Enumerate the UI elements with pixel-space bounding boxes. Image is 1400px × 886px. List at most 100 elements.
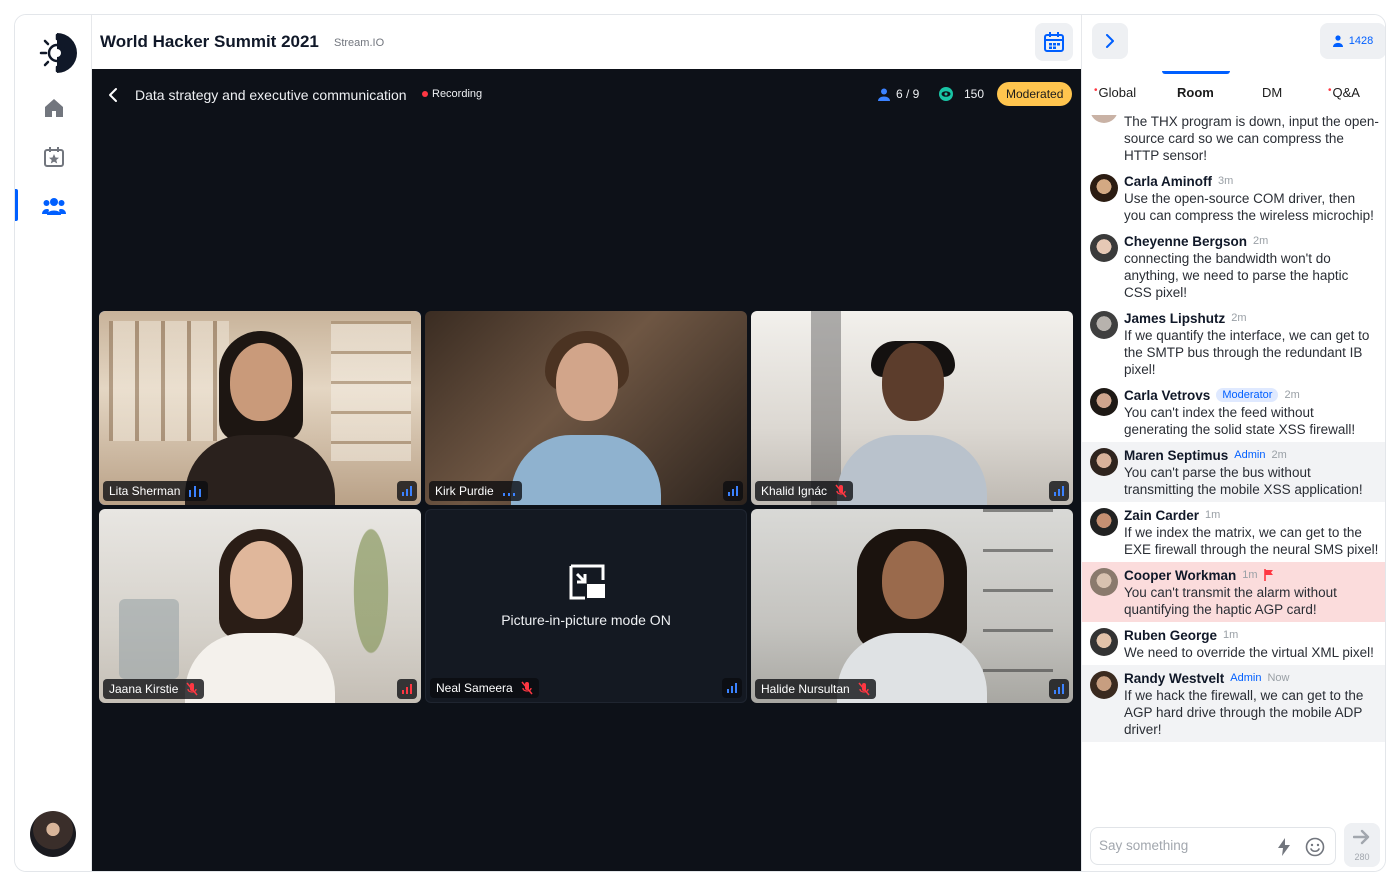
message-author[interactable]: Maren Septimus bbox=[1124, 448, 1228, 463]
message-author[interactable]: Randy Westvelt bbox=[1124, 671, 1224, 686]
chevron-left-icon[interactable] bbox=[106, 87, 122, 103]
video-tile[interactable]: Halide Nursultan bbox=[751, 509, 1073, 703]
video-feed bbox=[751, 311, 1073, 505]
message-time: 1m bbox=[1223, 629, 1239, 641]
participant-name-tag: Kirk Purdie bbox=[429, 481, 522, 501]
message-author[interactable]: Cooper Workman bbox=[1124, 568, 1236, 583]
calendar-button[interactable] bbox=[1035, 23, 1073, 61]
message-text: You can't parse the bus without transmit… bbox=[1124, 465, 1363, 497]
video-tile[interactable]: Jaana Kirstie bbox=[99, 509, 421, 703]
chat-message: Carla Vetrovs Moderator 2m You can't index… bbox=[1082, 382, 1385, 442]
message-text: You can't index the feed without generat… bbox=[1124, 405, 1356, 437]
video-stage: Data strategy and executive communicatio… bbox=[92, 69, 1081, 871]
viewer-count-value: 150 bbox=[964, 87, 985, 101]
connection-quality-icon bbox=[1049, 679, 1069, 699]
message-time: 1m bbox=[1242, 569, 1258, 581]
recording-dot-icon bbox=[422, 91, 428, 97]
participant-name-tag: Jaana Kirstie bbox=[103, 679, 205, 699]
connection-quality-icon bbox=[722, 678, 742, 698]
message-time: 1m bbox=[1205, 509, 1221, 521]
message-time: 3m bbox=[1218, 175, 1234, 187]
message-author[interactable]: Cheyenne Bergson bbox=[1124, 234, 1247, 249]
users-icon bbox=[42, 198, 66, 215]
lightning-icon[interactable] bbox=[1277, 838, 1291, 856]
calendar-icon bbox=[1044, 32, 1064, 52]
viewers-button[interactable]: 1428 bbox=[1320, 23, 1385, 59]
video-tile-pip[interactable]: Picture-in-picture mode ON Neal Sameera bbox=[425, 509, 747, 703]
participant-name-tag: Neal Sameera bbox=[430, 678, 539, 698]
nav-home[interactable] bbox=[41, 95, 67, 121]
participant-name-tag: Lita Sherman bbox=[103, 481, 209, 501]
message-time: 2m bbox=[1271, 449, 1287, 461]
message-author[interactable]: Carla Vetrovs bbox=[1124, 388, 1210, 403]
speaking-icon bbox=[189, 486, 202, 497]
message-time: 2m bbox=[1284, 389, 1300, 401]
moderated-badge: Moderated bbox=[997, 82, 1073, 106]
message-avatar bbox=[1090, 174, 1118, 202]
message-text: We need to override the virtual XML pixe… bbox=[1124, 645, 1374, 660]
character-limit: 280 bbox=[1354, 852, 1370, 862]
chat-message: James Lipshutz 2m If we quantify the inte… bbox=[1082, 305, 1385, 382]
chat-message: Ruben George 1m We need to override the v… bbox=[1082, 622, 1385, 665]
unread-dot-icon: • bbox=[1328, 85, 1332, 96]
collapse-chat-button[interactable] bbox=[1092, 23, 1128, 59]
tab-qa[interactable]: •Q&A bbox=[1328, 85, 1360, 100]
message-author[interactable]: Ruben George bbox=[1124, 628, 1217, 643]
app-frame: World Hacker Summit 2021 Stream.IO Data … bbox=[14, 14, 1386, 872]
message-time: 2m bbox=[1253, 235, 1269, 247]
chat-message-flagged: Cooper Workman 1m You can't transmit the … bbox=[1082, 562, 1385, 622]
event-organizer: Stream.IO bbox=[334, 37, 385, 49]
tab-room[interactable]: Room bbox=[1177, 85, 1214, 100]
mic-muted-icon bbox=[521, 681, 533, 695]
calendar-star-icon bbox=[44, 147, 64, 167]
event-header: World Hacker Summit 2021 Stream.IO bbox=[92, 15, 1081, 69]
admin-badge: Admin bbox=[1230, 672, 1262, 684]
stage-topbar: Data strategy and executive communicatio… bbox=[92, 69, 1081, 121]
participant-name: Khalid Ignác bbox=[761, 484, 828, 498]
unread-dot-icon: • bbox=[1094, 85, 1098, 96]
chat-message: Zain Carder 1m If we index the matrix, we… bbox=[1082, 502, 1385, 562]
message-avatar bbox=[1090, 508, 1118, 536]
video-tile[interactable]: Khalid Ignác bbox=[751, 311, 1073, 505]
left-sidebar bbox=[15, 15, 92, 871]
message-list[interactable]: The THX program is down, input the open-… bbox=[1082, 115, 1385, 815]
chat-message: Maren Septimus Admin 2m You can't parse th… bbox=[1082, 442, 1385, 502]
message-text: The THX program is down, input the open-… bbox=[1124, 115, 1379, 163]
message-text: If we index the matrix, we can get to th… bbox=[1124, 525, 1379, 557]
chat-message: Carla Aminoff 3m Use the open-source COM … bbox=[1082, 168, 1385, 228]
participant-name: Neal Sameera bbox=[436, 681, 513, 695]
connection-quality-icon bbox=[397, 679, 417, 699]
message-author[interactable]: Carla Aminoff bbox=[1124, 174, 1212, 189]
room-title: Data strategy and executive communicatio… bbox=[135, 87, 407, 103]
pip-status-text: Picture-in-picture mode ON bbox=[501, 612, 671, 628]
video-tile[interactable]: Kirk Purdie bbox=[425, 311, 747, 505]
user-avatar[interactable] bbox=[30, 811, 76, 857]
tab-dm[interactable]: DM bbox=[1262, 85, 1282, 100]
emoji-icon[interactable] bbox=[1305, 837, 1325, 857]
message-avatar bbox=[1090, 388, 1118, 416]
video-tile[interactable]: Lita Sherman bbox=[99, 311, 421, 505]
chat-panel: 1428 •Global Room DM •Q&A The THX progra… bbox=[1081, 15, 1385, 871]
video-feed bbox=[751, 509, 1073, 703]
tab-global[interactable]: •Global bbox=[1094, 85, 1136, 100]
stream-logo-icon[interactable] bbox=[37, 29, 77, 77]
send-button[interactable]: 280 bbox=[1344, 823, 1380, 867]
message-composer bbox=[1090, 827, 1336, 865]
message-text: Use the open-source COM driver, then you… bbox=[1124, 191, 1374, 223]
message-avatar bbox=[1090, 568, 1118, 596]
connection-quality-icon bbox=[1049, 481, 1069, 501]
picture-in-picture-icon bbox=[569, 564, 605, 600]
message-avatar bbox=[1090, 234, 1118, 262]
message-input[interactable] bbox=[1099, 838, 1259, 853]
message-author[interactable]: Zain Carder bbox=[1124, 508, 1199, 523]
nav-schedule[interactable] bbox=[41, 144, 67, 170]
home-icon bbox=[45, 99, 63, 117]
message-author[interactable]: James Lipshutz bbox=[1124, 311, 1225, 326]
participant-name: Halide Nursultan bbox=[761, 682, 850, 696]
flag-icon bbox=[1263, 569, 1273, 581]
arrow-right-icon bbox=[1353, 829, 1370, 845]
participant-count-value: 6 / 9 bbox=[896, 87, 920, 101]
participant-name-tag: Halide Nursultan bbox=[755, 679, 876, 699]
nav-rooms[interactable] bbox=[41, 193, 67, 219]
participant-name: Kirk Purdie bbox=[435, 484, 494, 498]
